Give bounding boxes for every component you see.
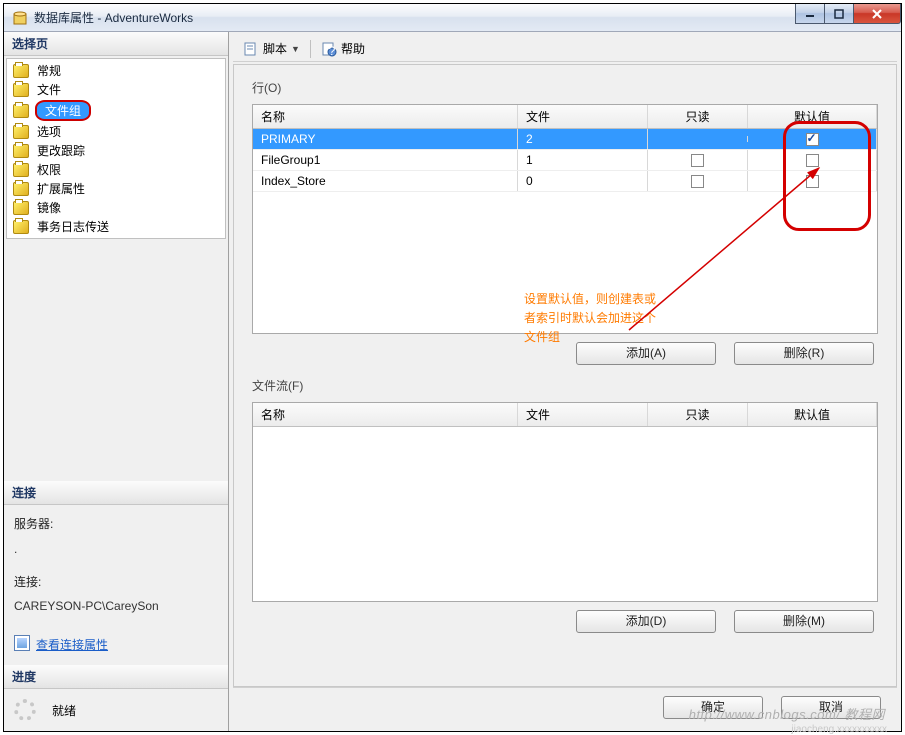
app-icon bbox=[12, 10, 28, 26]
titlebar: 数据库属性 - AdventureWorks bbox=[4, 4, 901, 32]
rows-group-label: 行(O) bbox=[252, 79, 878, 96]
checkbox-icon[interactable] bbox=[691, 175, 704, 188]
page-icon bbox=[13, 125, 29, 139]
nav-item-change-tracking[interactable]: 更改跟踪 bbox=[7, 141, 225, 160]
cell-default[interactable] bbox=[748, 150, 877, 170]
add-filestream-button[interactable]: 添加(D) bbox=[576, 610, 716, 633]
nav-item-extended-props[interactable]: 扩展属性 bbox=[7, 179, 225, 198]
page-icon bbox=[13, 144, 29, 158]
script-icon bbox=[243, 41, 259, 57]
content-area: 行(O) 名称 文件 只读 默认值 PRIMARY 2 Fi bbox=[233, 64, 897, 687]
nav-item-general[interactable]: 常规 bbox=[7, 61, 225, 80]
server-value: . bbox=[14, 538, 218, 561]
progress-block: 就绪 bbox=[4, 689, 228, 731]
checkbox-icon[interactable] bbox=[806, 175, 819, 188]
progress-status: 就绪 bbox=[52, 702, 76, 719]
cancel-button[interactable]: 取消 bbox=[781, 696, 881, 719]
grid-row[interactable]: FileGroup1 1 bbox=[253, 150, 877, 171]
grid-header: 名称 文件 只读 默认值 bbox=[253, 403, 877, 427]
remove-row-button[interactable]: 删除(R) bbox=[734, 342, 874, 365]
connection-label: 连接: bbox=[14, 571, 218, 594]
dialog-footer: 确定 取消 bbox=[233, 687, 897, 727]
filestream-group-label: 文件流(F) bbox=[252, 377, 878, 394]
connection-header: 连接 bbox=[4, 481, 228, 505]
filestream-grid[interactable]: 名称 文件 只读 默认值 bbox=[252, 402, 878, 602]
col-files[interactable]: 文件 bbox=[518, 403, 648, 426]
checkbox-icon[interactable] bbox=[691, 154, 704, 167]
annotation-text: 设置默认值，则创建表或者索引时默认会加进这个文件组 bbox=[524, 290, 664, 348]
cell-name: FileGroup1 bbox=[253, 150, 518, 170]
window-title: 数据库属性 - AdventureWorks bbox=[34, 9, 193, 26]
cell-files: 1 bbox=[518, 150, 648, 170]
help-button[interactable]: ? 帮助 bbox=[317, 38, 369, 59]
col-readonly[interactable]: 只读 bbox=[648, 403, 748, 426]
svg-text:?: ? bbox=[329, 44, 336, 57]
connection-value: CAREYSON-PC\CareySon bbox=[14, 595, 218, 618]
page-icon bbox=[13, 163, 29, 177]
toolbar: 脚本 ▼ ? 帮助 bbox=[233, 36, 897, 62]
page-icon bbox=[13, 220, 29, 234]
close-button[interactable] bbox=[853, 4, 901, 24]
page-icon bbox=[13, 201, 29, 215]
checkbox-icon[interactable] bbox=[806, 154, 819, 167]
col-files[interactable]: 文件 bbox=[518, 105, 648, 128]
spinner-icon bbox=[14, 699, 36, 721]
cell-readonly bbox=[648, 136, 748, 142]
grid-header: 名称 文件 只读 默认值 bbox=[253, 105, 877, 129]
page-icon bbox=[13, 83, 29, 97]
cell-default[interactable] bbox=[748, 129, 877, 149]
cell-readonly[interactable] bbox=[648, 150, 748, 170]
cell-readonly[interactable] bbox=[648, 171, 748, 191]
page-nav-list: 常规 文件 文件组 选项 更改跟踪 权限 扩展属性 镜像 事务日志传送 bbox=[6, 58, 226, 239]
nav-item-mirroring[interactable]: 镜像 bbox=[7, 198, 225, 217]
properties-icon bbox=[14, 635, 30, 651]
script-button[interactable]: 脚本 ▼ bbox=[239, 38, 304, 59]
cell-name: PRIMARY bbox=[253, 129, 518, 149]
col-readonly[interactable]: 只读 bbox=[648, 105, 748, 128]
server-label: 服务器: bbox=[14, 513, 218, 536]
help-icon: ? bbox=[321, 41, 337, 57]
window-frame: 数据库属性 - AdventureWorks 选择页 常规 文件 文件组 选项 … bbox=[3, 3, 902, 732]
nav-item-filegroups[interactable]: 文件组 bbox=[7, 99, 225, 122]
right-panel: 脚本 ▼ ? 帮助 行(O) 名称 文件 只读 默认值 PRIMA bbox=[229, 32, 901, 731]
grid-row[interactable]: Index_Store 0 bbox=[253, 171, 877, 192]
ok-button[interactable]: 确定 bbox=[663, 696, 763, 719]
nav-item-log-shipping[interactable]: 事务日志传送 bbox=[7, 217, 225, 236]
nav-item-files[interactable]: 文件 bbox=[7, 80, 225, 99]
cell-default[interactable] bbox=[748, 171, 877, 191]
nav-item-permissions[interactable]: 权限 bbox=[7, 160, 225, 179]
left-panel: 选择页 常规 文件 文件组 选项 更改跟踪 权限 扩展属性 镜像 事务日志传送 … bbox=[4, 32, 229, 731]
page-icon bbox=[13, 104, 29, 118]
minimize-button[interactable] bbox=[795, 4, 825, 24]
toolbar-separator bbox=[310, 40, 311, 58]
filestream-button-row: 添加(D) 删除(M) bbox=[252, 610, 874, 633]
page-icon bbox=[13, 64, 29, 78]
cell-files: 0 bbox=[518, 171, 648, 191]
chevron-down-icon: ▼ bbox=[291, 44, 300, 54]
page-icon bbox=[13, 182, 29, 196]
cell-files: 2 bbox=[518, 129, 648, 149]
nav-item-options[interactable]: 选项 bbox=[7, 122, 225, 141]
remove-filestream-button[interactable]: 删除(M) bbox=[734, 610, 874, 633]
cell-name: Index_Store bbox=[253, 171, 518, 191]
progress-header: 进度 bbox=[4, 665, 228, 689]
maximize-button[interactable] bbox=[824, 4, 854, 24]
col-default[interactable]: 默认值 bbox=[748, 403, 877, 426]
col-default[interactable]: 默认值 bbox=[748, 105, 877, 128]
grid-row[interactable]: PRIMARY 2 bbox=[253, 129, 877, 150]
select-page-header: 选择页 bbox=[4, 32, 228, 56]
checkbox-icon[interactable] bbox=[806, 133, 819, 146]
window-controls bbox=[796, 4, 901, 24]
col-name[interactable]: 名称 bbox=[253, 403, 518, 426]
connection-block: 服务器: . 连接: CAREYSON-PC\CareySon 查看连接属性 bbox=[4, 505, 228, 665]
col-name[interactable]: 名称 bbox=[253, 105, 518, 128]
view-connection-props-link[interactable]: 查看连接属性 bbox=[36, 634, 108, 657]
